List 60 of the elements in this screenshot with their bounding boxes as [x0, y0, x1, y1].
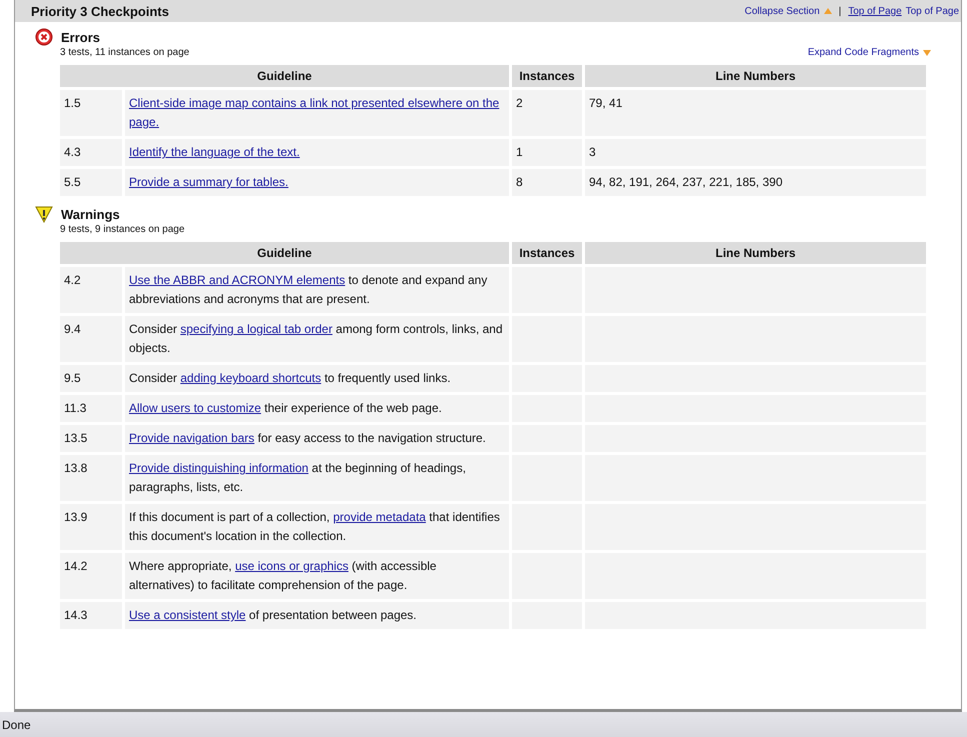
guideline-link[interactable]: specifying a logical tab order	[180, 322, 332, 336]
guideline-text: Use a consistent style of presentation between pages.	[129, 608, 417, 622]
guideline-text: If this document is part of a collection, provide metadata that identifies this document's location in the collection.	[129, 510, 500, 543]
guideline-link[interactable]: Allow users to customize	[129, 401, 262, 415]
warning-icon	[35, 205, 53, 223]
guideline-text: Consider specifying a logical tab order among form controls, links, and objects.	[129, 322, 503, 355]
column-header: Guideline	[60, 242, 509, 264]
checkpoint-number: 13.9	[60, 504, 122, 550]
section-title: Priority 3 Checkpoints	[31, 4, 169, 18]
guideline-link[interactable]: use icons or graphics	[235, 559, 348, 573]
guideline-text: Use the ABBR and ACRONYM elements to denote and expand any abbreviations and acronyms that are present.	[129, 273, 488, 306]
collapse-section-link[interactable]: Collapse Section	[744, 6, 820, 16]
checkpoint-number: 14.2	[60, 553, 122, 599]
group-title: Errors	[61, 30, 100, 44]
top-of-page-link[interactable]: Top of Page	[848, 6, 902, 16]
checkpoint-number: 5.5	[60, 169, 122, 196]
guideline-text: Provide navigation bars for easy access to the navigation structure.	[129, 431, 486, 445]
line-numbers-cell: 94, 82, 191, 264, 237, 221, 185, 390	[585, 169, 926, 196]
checkpoint-number: 1.5	[60, 90, 122, 136]
guideline-link[interactable]: Use the ABBR and ACRONYM elements	[129, 273, 346, 287]
column-header: Instances	[512, 242, 582, 264]
expand-triangle-icon	[923, 50, 931, 56]
checkpoint-number: 14.3	[60, 602, 122, 629]
checkpoint-number: 9.4	[60, 316, 122, 362]
checkpoint-number: 13.8	[60, 455, 122, 501]
separator: |	[838, 6, 842, 16]
guideline-link[interactable]: Use a consistent style	[129, 608, 246, 622]
instances-cell: 8	[512, 169, 582, 196]
checkpoint-number: 11.3	[60, 395, 122, 422]
instances-cell: 2	[512, 90, 582, 136]
guideline-text: Consider adding keyboard shortcuts to frequently used links.	[129, 371, 451, 385]
line-numbers-cell: 3	[585, 139, 926, 166]
status-text: Done	[2, 718, 31, 732]
guideline-link[interactable]: provide metadata	[333, 510, 426, 524]
group-title: Warnings	[61, 206, 120, 222]
guideline-text: Where appropriate, use icons or graphics (with accessible alternatives) to facilitate comprehension of the page.	[129, 559, 436, 592]
checkpoint-number: 9.5	[60, 365, 122, 392]
column-header: Line Numbers	[585, 65, 926, 87]
instances-cell: 1	[512, 139, 582, 166]
guideline-link[interactable]: adding keyboard shortcuts	[180, 371, 322, 385]
guideline-text: Provide distinguishing information at the beginning of headings, paragraphs, lists, etc.	[129, 461, 466, 494]
checkpoint-number: 4.3	[60, 139, 122, 166]
column-header: Guideline	[60, 65, 509, 87]
column-header: Instances	[512, 65, 582, 87]
error-icon	[35, 28, 53, 46]
guideline-text: Allow users to customize their experience of the web page.	[129, 401, 442, 415]
top-of-page-text: Top of Page	[906, 6, 959, 16]
guideline-link[interactable]: Client-side image map contains a link not presented elsewhere on the page.	[129, 94, 503, 132]
guideline-link[interactable]: Provide navigation bars	[129, 431, 254, 445]
guideline-link[interactable]: Identify the language of the text.	[129, 143, 300, 162]
checkpoint-number: 13.5	[60, 425, 122, 452]
line-numbers-cell: 79, 41	[585, 90, 926, 136]
collapse-triangle-icon	[824, 8, 832, 14]
expand-code-fragments-link[interactable]: Expand Code Fragments	[808, 47, 919, 58]
group-summary: 9 tests, 9 instances on page	[60, 224, 185, 235]
checkpoint-number: 4.2	[60, 267, 122, 313]
guideline-link[interactable]: Provide a summary for tables.	[129, 173, 288, 192]
guideline-link[interactable]: Provide distinguishing information	[129, 461, 308, 475]
column-header: Line Numbers	[585, 242, 926, 264]
group-summary: 3 tests, 11 instances on page	[60, 47, 190, 58]
